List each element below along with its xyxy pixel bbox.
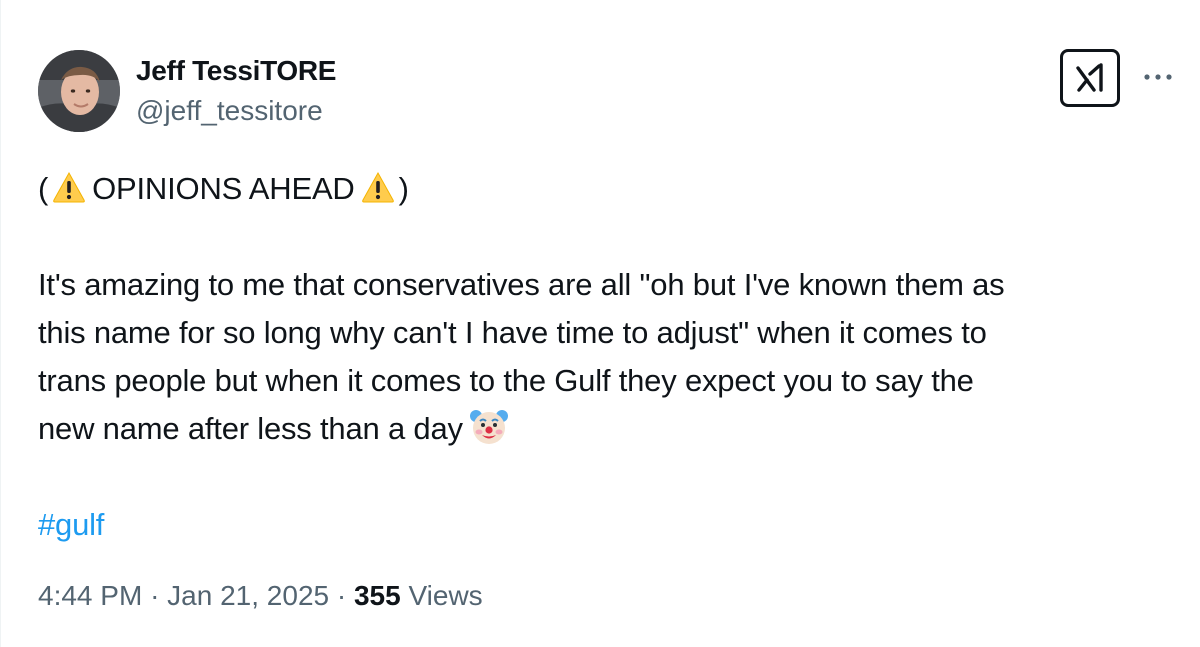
separator: · [150,580,160,611]
author-display-name[interactable]: Jeff TessiTORE [136,55,336,87]
body-line: this name for so long why can't I have t… [38,315,987,350]
avatar-photo [38,50,120,132]
more-horizontal-icon [1144,74,1172,80]
tweet-time[interactable]: 4:44 PM [38,580,142,611]
warning-text: OPINIONS AHEAD [92,171,355,206]
views-link[interactable]: 355 Views [354,580,483,611]
tweet-metadata: 4:44 PM · Jan 21, 2025 · 355 Views [38,580,483,612]
grok-button[interactable] [1060,49,1120,107]
body-line: new name after less than a day [38,411,463,446]
hashtag-line: #gulf [38,501,1178,549]
grok-icon [1076,63,1103,92]
open-paren: ( [38,171,49,206]
hashtag-link[interactable]: #gulf [38,507,104,542]
warning-emoji [361,169,395,217]
views-label: Views [408,580,483,611]
warning-line: ( OPINIONS AHEAD) [38,165,1178,213]
tweet-card: Jeff TessiTORE @jeff_tessitore ( OPINIONS… [0,0,1200,647]
close-paren: ) [398,171,409,206]
clown-face-emoji [469,407,509,461]
tweet-text: ( OPINIONS AHEAD) It's amazing to me that… [38,165,1178,549]
separator: · [336,580,347,611]
warning-emoji [52,169,86,217]
tweet-date[interactable]: Jan 21, 2025 [167,580,329,611]
avatar[interactable] [38,50,120,132]
body-line: trans people but when it comes to the Gu… [38,363,974,398]
author-handle[interactable]: @jeff_tessitore [136,95,323,127]
views-count: 355 [353,580,401,611]
more-options-button[interactable] [1138,62,1178,92]
body-line: It's amazing to me that conservatives ar… [38,267,1005,302]
body-line-last: new name after less than a day [38,405,1178,453]
